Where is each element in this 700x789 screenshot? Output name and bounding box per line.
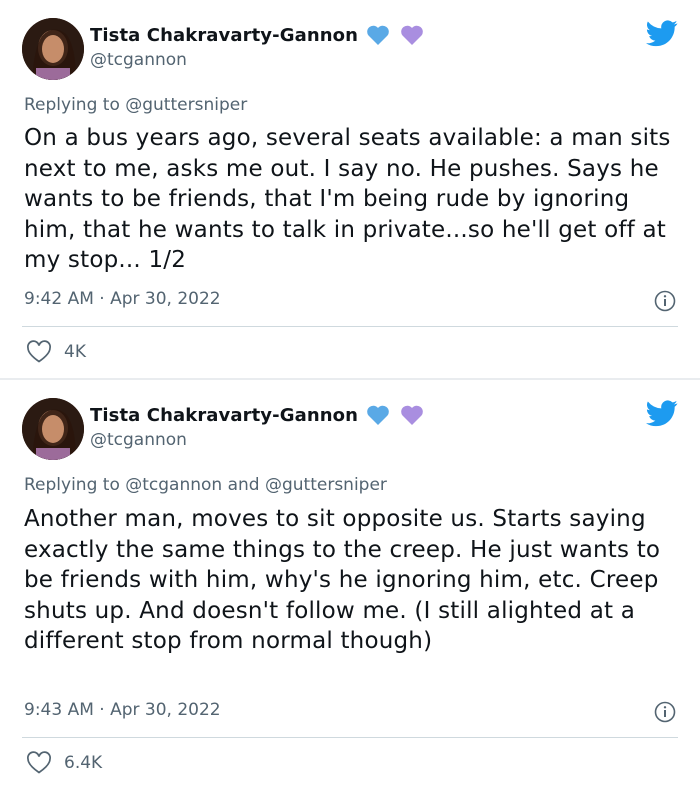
like-heart-icon[interactable] — [26, 751, 52, 775]
like-count: 6.4K — [64, 753, 103, 773]
info-icon[interactable] — [654, 290, 676, 312]
author-row: Tista Chakravarty-Gannon — [90, 22, 424, 48]
tweet-card: Tista Chakravarty-Gannon @tcgannon Reply… — [0, 0, 700, 378]
tweet-text: On a bus years ago, several seats availa… — [24, 125, 671, 273]
author-handle[interactable]: @tcgannon — [90, 50, 187, 70]
twitter-bird-icon[interactable] — [646, 20, 678, 47]
purple-heart-icon — [401, 25, 423, 45]
tweet-timestamp[interactable]: 9:42 AM · Apr 30, 2022 — [24, 289, 221, 309]
divider — [22, 326, 678, 327]
avatar[interactable] — [22, 398, 84, 460]
like-count: 4K — [64, 342, 86, 362]
divider — [22, 737, 678, 738]
like-button[interactable]: 6.4K — [26, 751, 102, 775]
avatar[interactable] — [22, 18, 84, 80]
author-name[interactable]: Tista Chakravarty-Gannon — [90, 25, 358, 46]
author-row: Tista Chakravarty-Gannon — [90, 402, 424, 428]
blue-heart-icon — [367, 25, 389, 45]
info-icon[interactable] — [654, 701, 676, 723]
author-name[interactable]: Tista Chakravarty-Gannon — [90, 405, 358, 426]
replying-to[interactable]: Replying to @guttersniper — [24, 95, 247, 115]
tweet-card: Tista Chakravarty-Gannon @tcgannon Reply… — [0, 380, 700, 789]
purple-heart-icon — [401, 405, 423, 425]
author-handle[interactable]: @tcgannon — [90, 430, 187, 450]
tweet-timestamp[interactable]: 9:43 AM · Apr 30, 2022 — [24, 700, 221, 720]
twitter-bird-icon[interactable] — [646, 400, 678, 427]
replying-to[interactable]: Replying to @tcgannon and @guttersniper — [24, 475, 387, 495]
blue-heart-icon — [367, 405, 389, 425]
tweet-text: Another man, moves to sit opposite us. S… — [24, 506, 661, 654]
like-heart-icon[interactable] — [26, 340, 52, 364]
like-button[interactable]: 4K — [26, 340, 86, 364]
